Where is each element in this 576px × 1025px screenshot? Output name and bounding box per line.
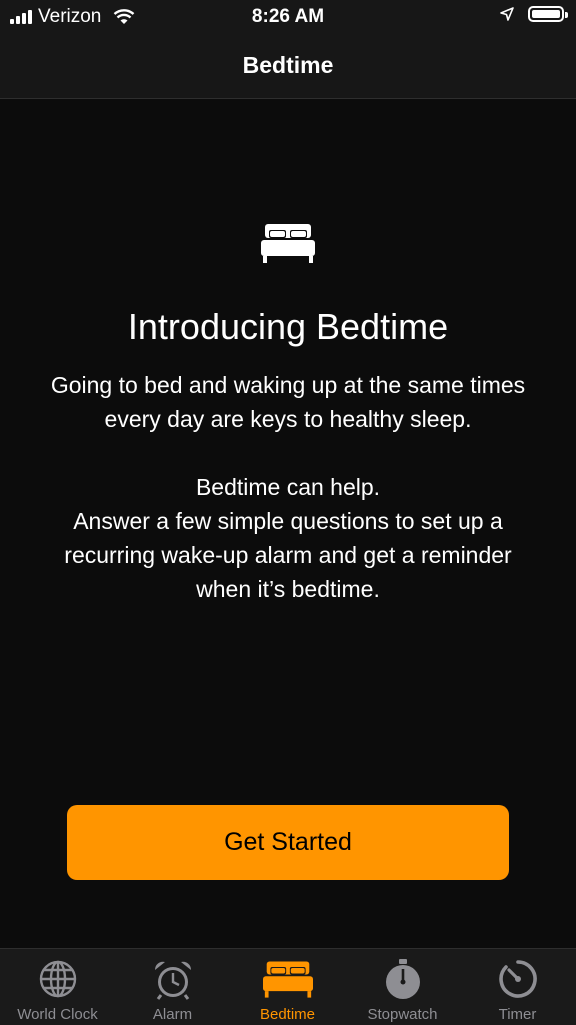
intro-line: Going to bed and waking up at the same t… — [50, 372, 526, 398]
tab-label: World Clock — [17, 1006, 98, 1023]
page-title: Bedtime — [242, 52, 334, 78]
tab-alarm[interactable]: Alarm — [115, 949, 230, 1025]
tab-bar: World Clock Alarm Bedtime Stopwatch Time… — [0, 948, 576, 1025]
stopwatch-icon — [385, 959, 420, 999]
tab-label: Stopwatch — [367, 1006, 438, 1023]
tab-label: Timer — [498, 1006, 537, 1023]
bed-icon — [261, 224, 315, 263]
intro-line: Bedtime can help. — [195, 474, 381, 500]
navigation-bar: Bedtime — [0, 34, 576, 99]
timer-icon — [498, 960, 537, 998]
intro-line: Answer a few simple questions to set up … — [73, 508, 503, 534]
get-started-button[interactable]: Get Started — [67, 805, 509, 880]
intro-line: recurring wake-up alarm and get a remind… — [64, 542, 512, 568]
tab-label: Bedtime — [259, 1006, 316, 1023]
tab-bedtime[interactable]: Bedtime — [230, 949, 345, 1025]
tab-stopwatch[interactable]: Stopwatch — [345, 949, 460, 1025]
status-time: 8:26 AM — [251, 6, 325, 27]
alarm-clock-icon — [154, 961, 191, 1000]
globe-icon — [39, 960, 76, 998]
intro-heading: Introducing Bedtime — [127, 306, 449, 347]
bed-icon — [262, 961, 313, 998]
status-right — [500, 6, 568, 22]
tab-label: Alarm — [152, 1006, 193, 1023]
intro-line: every day are keys to healthy sleep. — [104, 406, 472, 432]
intro-line: when it’s bedtime. — [196, 576, 380, 602]
tab-timer[interactable]: Timer — [460, 949, 575, 1025]
intro-description: Going to bed and waking up at the same t… — [20, 368, 556, 606]
status-bar: Verizon 8:26 AM — [0, 0, 576, 34]
battery-icon — [528, 6, 568, 22]
tab-world-clock[interactable]: World Clock — [0, 949, 115, 1025]
location-arrow-icon — [500, 7, 514, 21]
